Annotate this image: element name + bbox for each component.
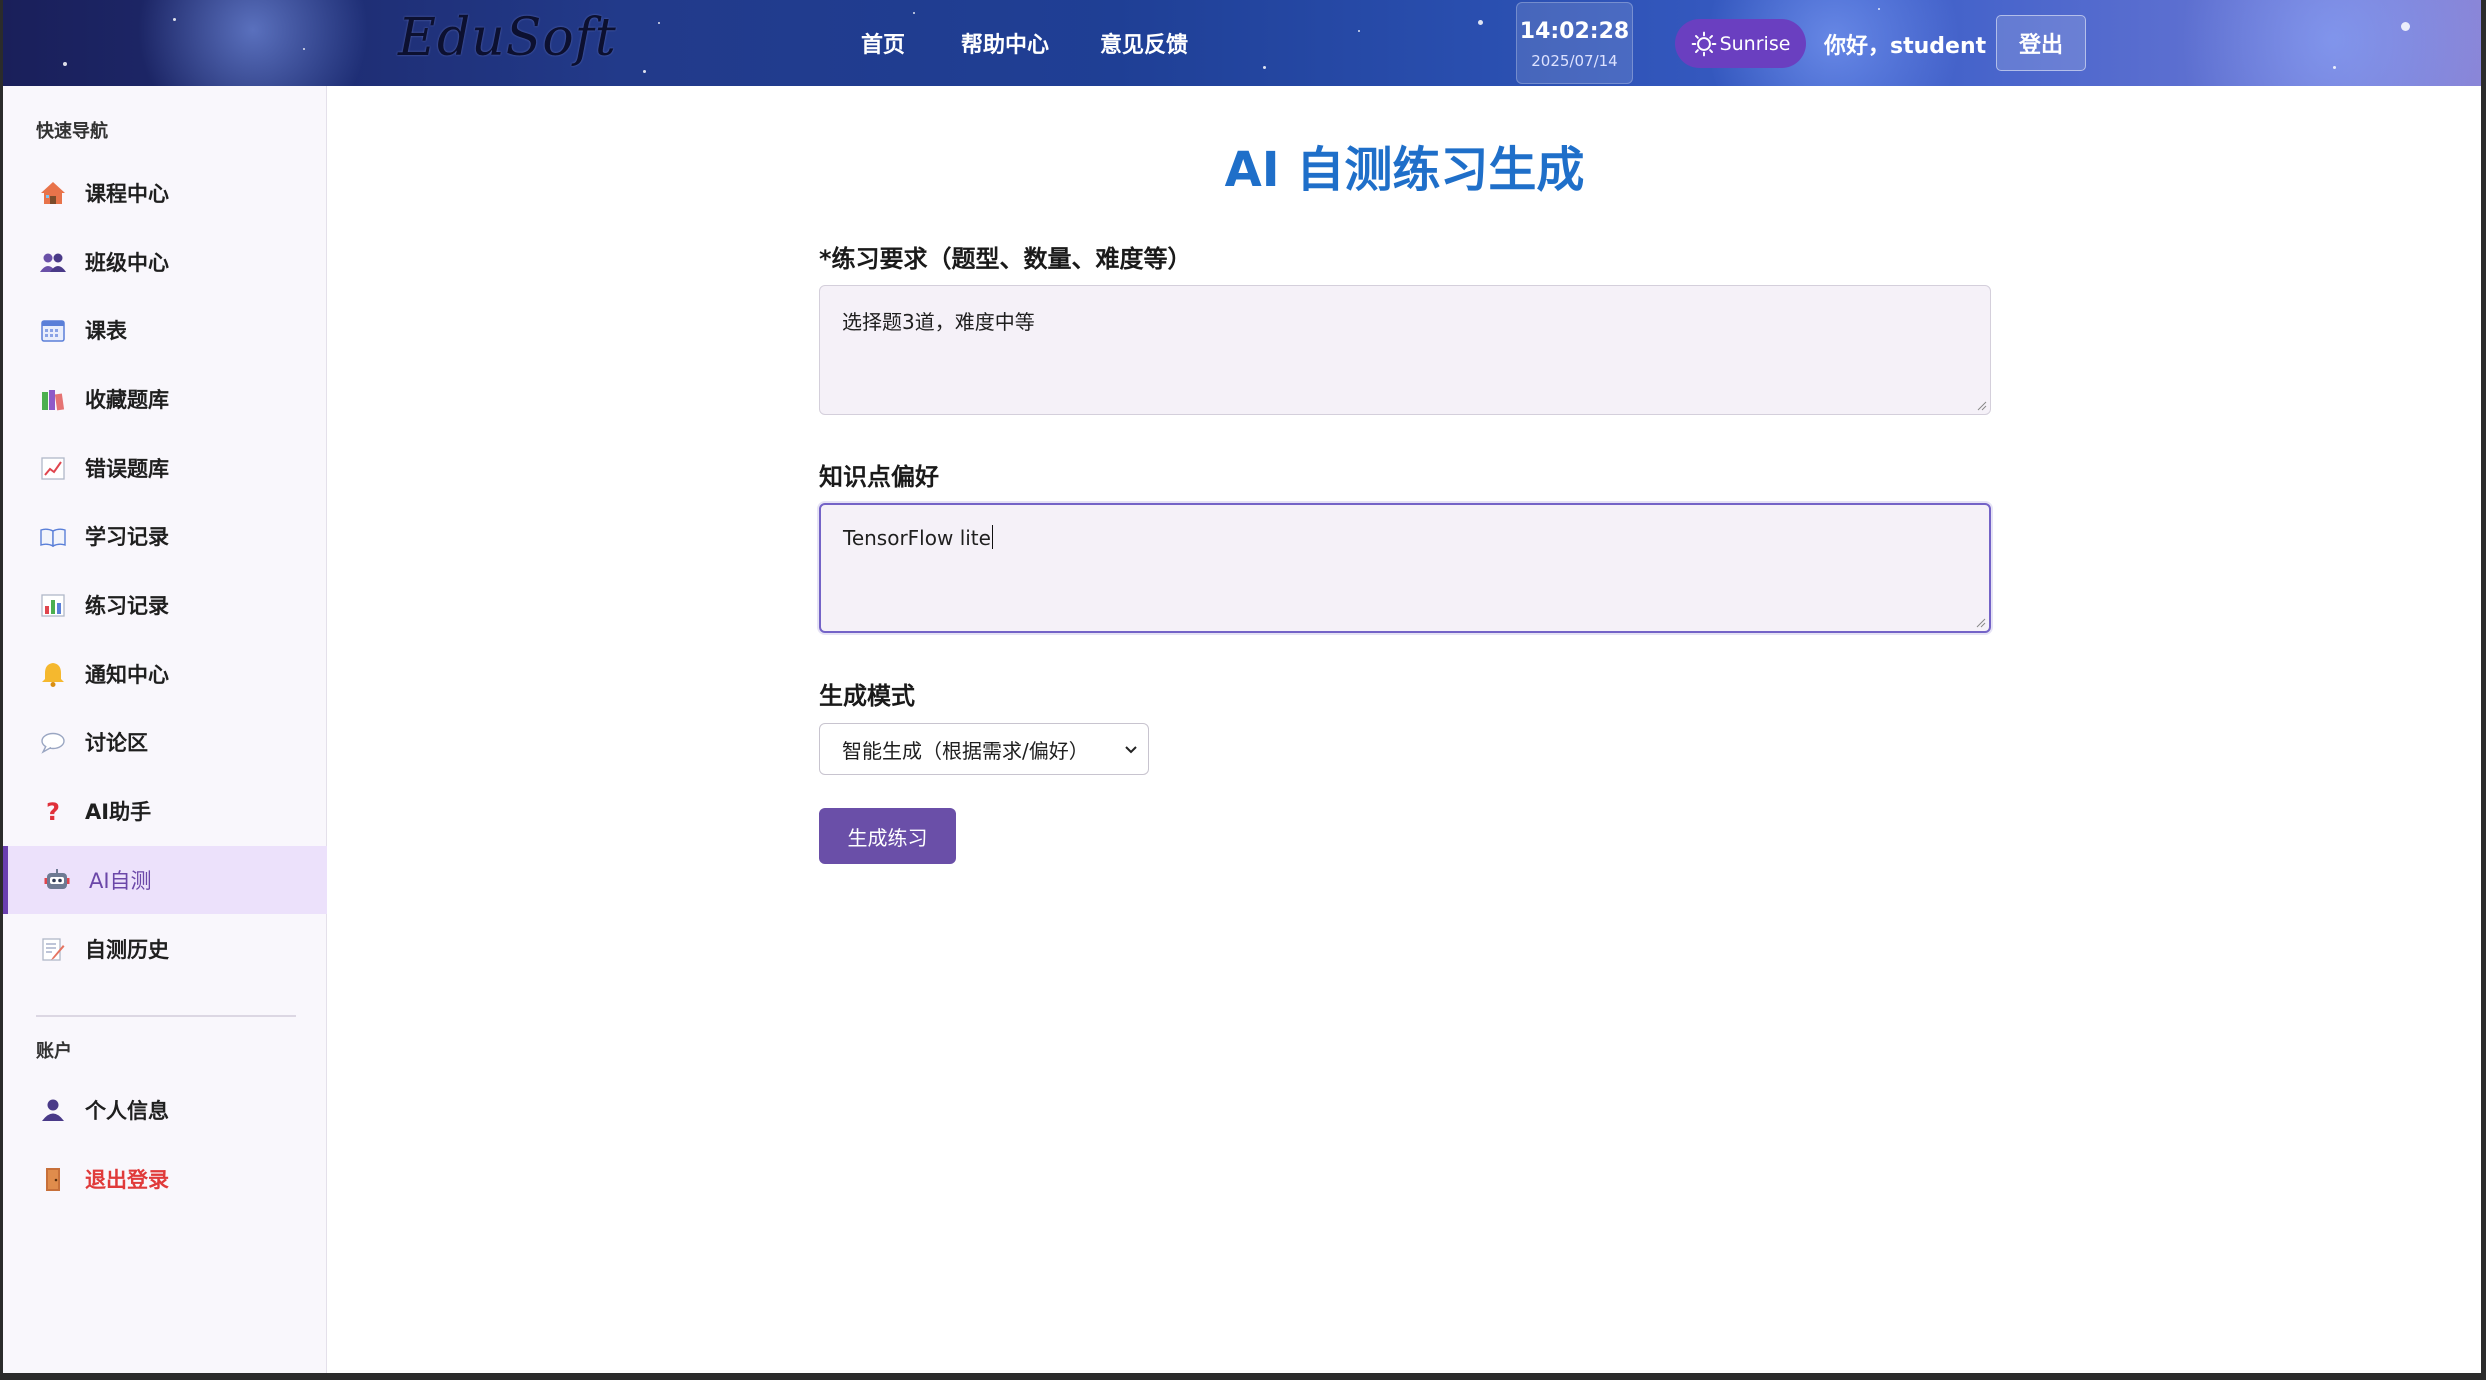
sidebar-item-label: AI自测 (89, 869, 152, 893)
sidebar-divider (36, 1015, 296, 1017)
speech-bubble-icon (39, 728, 67, 756)
resize-handle-icon[interactable] (1974, 616, 1986, 628)
nav-home-link[interactable]: 首页 (861, 27, 905, 59)
bell-icon (39, 660, 67, 688)
sidebar-item-label: 自测历史 (85, 938, 169, 962)
memo-icon (39, 935, 67, 963)
sidebar-item-self-test-history[interactable]: 自测历史 (3, 915, 327, 983)
door-icon (39, 1165, 67, 1193)
sidebar-item-label: 学习记录 (85, 525, 169, 549)
sidebar-item-timetable[interactable]: 课表 (3, 296, 327, 364)
sidebar: 快速导航 课程中心 班级中心 课表 收藏题库 错误题库 学习记录 练习记录 通知… (3, 86, 327, 1373)
chevron-down-icon (1125, 746, 1137, 754)
clock-date: 2025/07/14 (1531, 52, 1618, 70)
sidebar-item-course-center[interactable]: 课程中心 (3, 159, 327, 227)
people-icon (39, 248, 67, 276)
resize-handle-icon[interactable] (1975, 399, 1987, 411)
sidebar-item-study-records[interactable]: 学习记录 (3, 502, 327, 570)
mode-selected-value: 智能生成（根据需求/偏好） (842, 738, 1089, 763)
sidebar-item-favorite-questions[interactable]: 收藏题库 (3, 365, 327, 433)
sidebar-item-discussion[interactable]: 讨论区 (3, 708, 327, 776)
top-header: EduSoft 首页 帮助中心 意见反馈 14:02:28 2025/07/14 (3, 0, 2481, 86)
knowledge-value: TensorFlow lite (843, 526, 991, 550)
books-icon (39, 385, 67, 413)
nav-help-center-link[interactable]: 帮助中心 (961, 27, 1049, 59)
header-logout-button[interactable]: 登出 (1996, 15, 2086, 71)
app-window: EduSoft 首页 帮助中心 意见反馈 14:02:28 2025/07/14 (3, 0, 2481, 1373)
sidebar-item-ai-assistant[interactable]: ? AI助手 (3, 777, 327, 845)
sidebar-item-label: 班级中心 (85, 251, 169, 275)
sun-icon (1691, 31, 1717, 57)
generate-practice-button[interactable]: 生成练习 (819, 808, 956, 864)
open-book-icon (39, 522, 67, 550)
sidebar-item-label: 错误题库 (85, 457, 169, 481)
sidebar-section-title-account: 账户 (36, 1041, 72, 1062)
main-content: AI 自测练习生成 *练习要求（题型、数量、难度等） 选择题3道，难度中等 知识… (328, 86, 2481, 1373)
page-title: AI 自测练习生成 (1224, 142, 1585, 198)
knowledge-textarea[interactable]: TensorFlow lite (819, 503, 1991, 633)
sidebar-item-label: 练习记录 (85, 594, 169, 618)
bar-chart-icon (39, 591, 67, 619)
nav-feedback-link[interactable]: 意见反馈 (1100, 27, 1188, 59)
mode-select[interactable]: 智能生成（根据需求/偏好） (819, 723, 1149, 775)
user-greeting: 你好，student (1824, 34, 1987, 59)
sidebar-item-label: 退出登录 (85, 1168, 169, 1192)
clock-time: 14:02:28 (1519, 19, 1630, 44)
question-mark-icon: ? (39, 797, 67, 825)
user-icon (39, 1096, 67, 1124)
mode-label: 生成模式 (819, 682, 915, 710)
theme-toggle-button[interactable]: Sunrise (1675, 19, 1806, 68)
house-icon (39, 179, 67, 207)
sidebar-item-practice-records[interactable]: 练习记录 (3, 571, 327, 639)
chart-up-icon (39, 454, 67, 482)
sidebar-item-label: 收藏题库 (85, 388, 169, 412)
calendar-icon (39, 316, 67, 344)
sidebar-item-wrong-questions[interactable]: 错误题库 (3, 434, 327, 502)
knowledge-label: 知识点偏好 (819, 463, 939, 491)
edusoft-logo[interactable]: EduSoft (398, 8, 617, 78)
sidebar-item-profile[interactable]: 个人信息 (3, 1076, 327, 1144)
sidebar-item-logout[interactable]: 退出登录 (3, 1145, 327, 1213)
svg-text:?: ? (46, 798, 60, 825)
robot-icon (43, 866, 71, 894)
sidebar-item-label: 课表 (85, 319, 127, 343)
requirements-label: *练习要求（题型、数量、难度等） (819, 245, 1192, 273)
requirements-value: 选择题3道，难度中等 (842, 310, 1035, 334)
sidebar-item-notification-center[interactable]: 通知中心 (3, 640, 327, 708)
theme-label: Sunrise (1719, 32, 1791, 55)
sidebar-item-class-center[interactable]: 班级中心 (3, 228, 327, 296)
sidebar-item-label: AI助手 (85, 800, 152, 824)
requirements-textarea[interactable]: 选择题3道，难度中等 (819, 285, 1991, 415)
sidebar-item-label: 讨论区 (85, 731, 148, 755)
text-caret (991, 525, 993, 549)
sidebar-item-label: 课程中心 (85, 182, 169, 206)
sidebar-item-ai-self-test[interactable]: AI自测 (3, 846, 327, 914)
clock-widget: 14:02:28 2025/07/14 (1516, 2, 1633, 84)
sidebar-item-label: 个人信息 (85, 1099, 169, 1123)
sidebar-item-label: 通知中心 (85, 663, 169, 687)
sidebar-section-title-nav: 快速导航 (36, 121, 108, 142)
